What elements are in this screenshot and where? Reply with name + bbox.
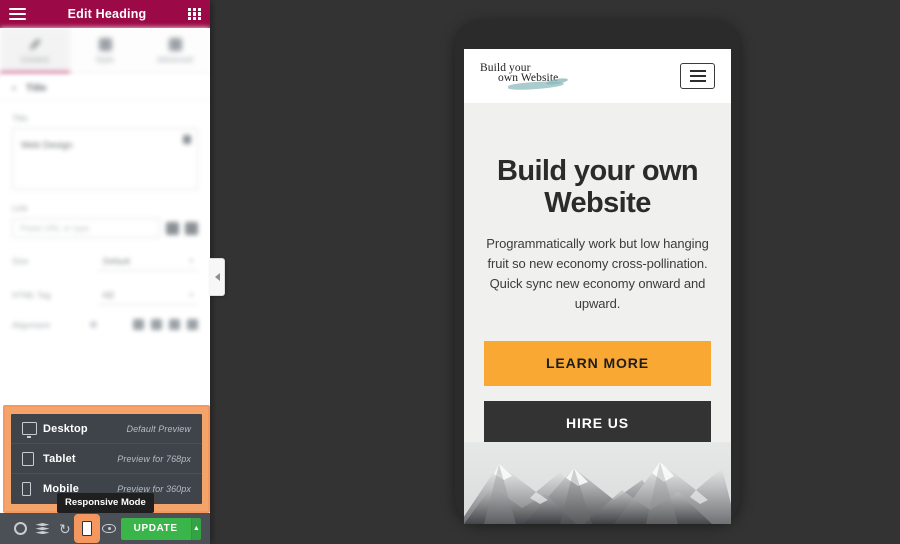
mobile-icon xyxy=(82,521,92,536)
responsive-mode-dropdown: Desktop Default Preview Tablet Preview f… xyxy=(3,405,210,513)
update-button[interactable]: UPDATE xyxy=(120,517,191,540)
mobile-icon xyxy=(22,482,39,496)
section-title-label: Title xyxy=(26,82,47,94)
panel-tabs: Content Style Advanced xyxy=(0,28,210,75)
responsive-item-desktop-label: Desktop xyxy=(43,422,88,435)
responsive-toggle-icon[interactable] xyxy=(90,321,98,328)
tab-advanced[interactable]: Advanced xyxy=(140,28,210,74)
panel-controls: Title Web Design Link Paste URL or type … xyxy=(0,101,210,404)
responsive-item-desktop-hint: Default Preview xyxy=(126,423,191,434)
panel-footer-toolbar: ↻ UPDATE ▲ xyxy=(0,513,210,544)
panel-collapse-handle[interactable] xyxy=(210,258,225,296)
html-tag-label: HTML Tag xyxy=(12,290,51,300)
chevron-left-icon xyxy=(214,273,220,281)
alignment-field-group: Alignment xyxy=(12,319,198,330)
responsive-mode-tooltip: Responsive Mode xyxy=(57,493,154,513)
layers-icon xyxy=(35,523,50,535)
preview-viewport: Build your own Website Build your own We… xyxy=(464,49,731,524)
responsive-item-tablet-label: Tablet xyxy=(43,452,76,465)
hero-heading: Build your own Website xyxy=(496,155,699,220)
mobile-preview-frame: Build your own Website Build your own We… xyxy=(455,21,740,524)
editor-window: Edit Heading Content Style Advanced ▾ Ti… xyxy=(0,0,900,544)
responsive-item-desktop[interactable]: Desktop Default Preview xyxy=(11,414,202,444)
alignment-label: Alignment xyxy=(12,319,50,330)
responsive-mode-list: Desktop Default Preview Tablet Preview f… xyxy=(11,414,202,504)
learn-more-button[interactable]: LEARN MORE xyxy=(484,340,711,386)
tab-advanced-label: Advanced xyxy=(157,55,193,64)
size-select[interactable]: Default ▾ xyxy=(98,251,198,271)
gear-icon xyxy=(13,522,27,535)
panel-header: Edit Heading xyxy=(0,0,210,28)
elementor-panel: Edit Heading Content Style Advanced ▾ Ti… xyxy=(0,0,210,544)
tab-content[interactable]: Content xyxy=(0,28,70,74)
navigator-button[interactable] xyxy=(31,513,53,544)
preview-button[interactable] xyxy=(98,513,120,544)
responsive-item-tablet-hint: Preview for 768px xyxy=(117,453,191,464)
history-icon: ↻ xyxy=(58,520,71,537)
align-center-icon[interactable] xyxy=(151,319,162,330)
link-label: Link xyxy=(12,203,28,213)
page-title: Edit Heading xyxy=(67,7,147,21)
tab-style[interactable]: Style xyxy=(70,28,140,74)
dynamic-tags-icon[interactable] xyxy=(183,135,191,144)
hero-section: Build your own Website Programmatically … xyxy=(464,103,731,524)
desktop-icon xyxy=(22,422,39,438)
link-placeholder: Paste URL or type xyxy=(20,223,90,233)
hero-paragraph: Programmatically work but low hanging fr… xyxy=(486,235,709,312)
grid-apps-icon[interactable] xyxy=(188,7,201,21)
settings-button[interactable] xyxy=(9,513,31,544)
html-tag-select[interactable]: H2 ▾ xyxy=(98,285,198,305)
html-tag-field-group: HTML Tag H2 ▾ xyxy=(12,285,198,305)
dynamic-tags-icon[interactable] xyxy=(166,221,179,235)
site-header: Build your own Website xyxy=(464,49,731,103)
title-input[interactable]: Web Design xyxy=(12,128,198,190)
hire-us-button[interactable]: HIRE US xyxy=(484,400,711,446)
chevron-down-icon: ▾ xyxy=(189,291,193,299)
update-button-group[interactable]: UPDATE ▲ xyxy=(120,517,201,540)
site-menu-button[interactable] xyxy=(680,63,715,89)
size-label: Size xyxy=(12,256,29,266)
responsive-item-tablet[interactable]: Tablet Preview for 768px xyxy=(11,444,202,474)
sliders-icon xyxy=(168,38,182,51)
section-title-toggle[interactable]: ▾ Title xyxy=(0,75,210,102)
link-input[interactable]: Paste URL or type xyxy=(12,218,160,238)
mountain-image xyxy=(464,442,731,524)
link-field-group: Link Paste URL or type xyxy=(12,203,198,238)
history-button[interactable]: ↻ xyxy=(54,513,76,544)
mountain-illustration xyxy=(464,442,731,524)
site-logo[interactable]: Build your own Website xyxy=(480,61,576,91)
title-value: Web Design xyxy=(21,140,73,151)
align-left-icon[interactable] xyxy=(133,319,144,330)
align-right-icon[interactable] xyxy=(169,319,180,330)
caret-up-icon[interactable]: ▲ xyxy=(190,517,201,540)
pencil-icon xyxy=(29,39,41,50)
html-tag-value: H2 xyxy=(103,289,114,300)
tab-content-label: Content xyxy=(20,55,50,64)
hamburger-icon[interactable] xyxy=(9,8,26,20)
tab-style-label: Style xyxy=(95,55,115,64)
brush-icon xyxy=(98,38,112,51)
chevron-down-icon: ▾ xyxy=(12,83,17,93)
align-justify-icon[interactable] xyxy=(187,319,198,330)
size-field-group: Size Default ▾ xyxy=(12,251,198,271)
alignment-buttons[interactable] xyxy=(133,319,198,330)
tablet-icon xyxy=(22,451,39,466)
title-label: Title xyxy=(12,113,28,123)
link-options-icon[interactable] xyxy=(185,221,198,235)
responsive-mode-button[interactable] xyxy=(73,514,101,543)
title-field-group: Title Web Design xyxy=(12,113,198,190)
eye-icon xyxy=(102,524,117,533)
size-value: Default xyxy=(103,255,130,266)
panel-fade xyxy=(0,374,210,404)
chevron-down-icon: ▾ xyxy=(189,257,193,265)
